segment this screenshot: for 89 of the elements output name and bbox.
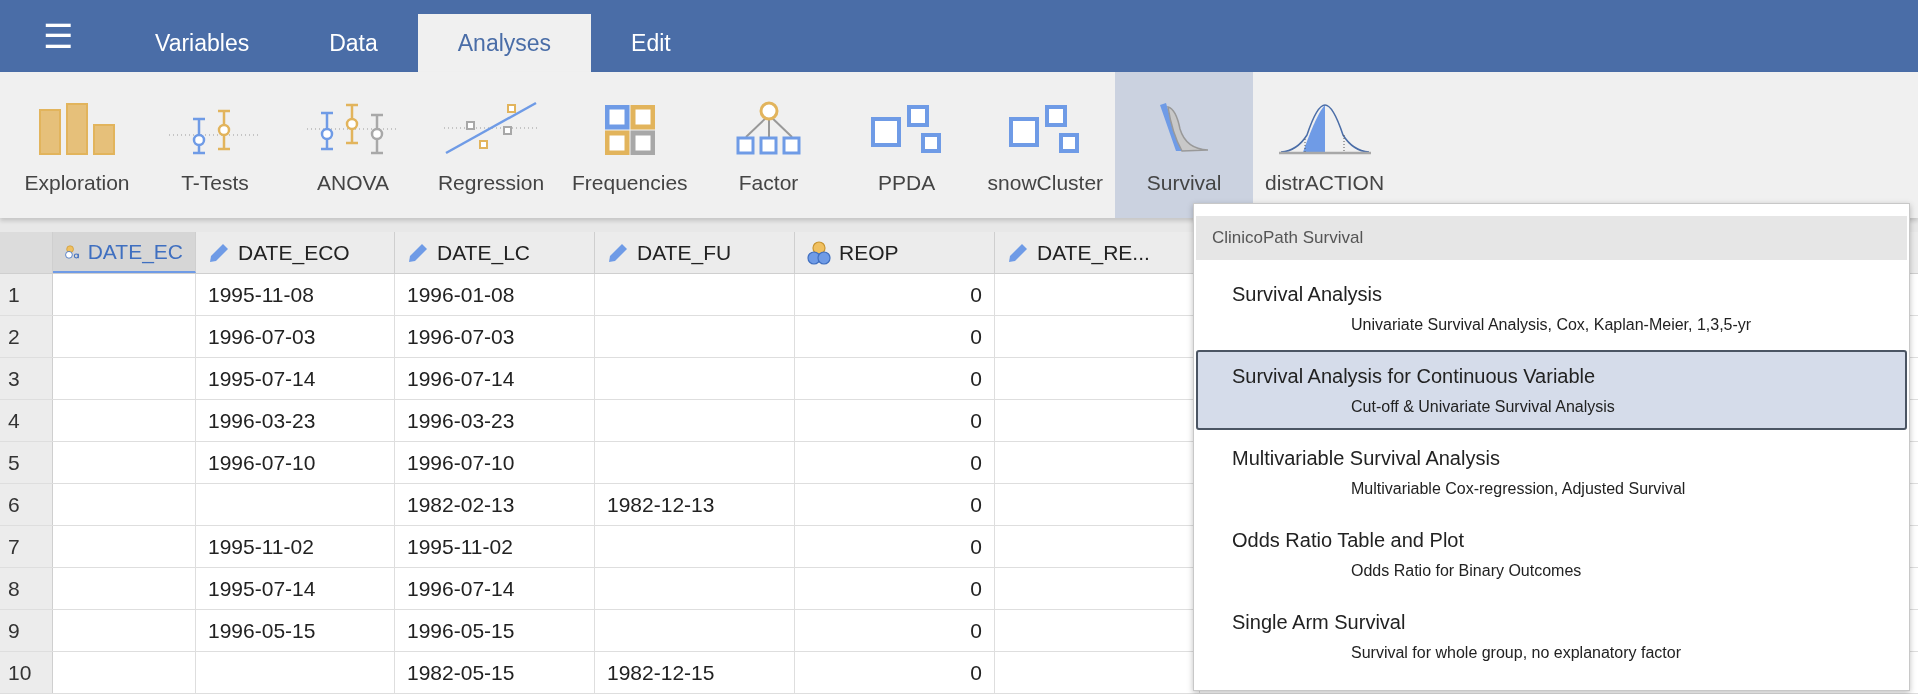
- menu-item-title: Survival Analysis: [1232, 282, 1384, 307]
- table-cell-text: 1995-11-02: [208, 533, 314, 560]
- bar-chart-icon: [39, 102, 115, 155]
- toolbar-button[interactable]: ANOVA: [284, 72, 422, 218]
- table-cell-text: 1996-07-10: [407, 449, 515, 476]
- squares-icon: [870, 104, 943, 155]
- table-cell-text: 1995-11-08: [208, 281, 314, 308]
- menu-item-description: Survival for whole group, no explanatory factor: [1350, 643, 1682, 663]
- menu-item[interactable]: Odds Ratio Table and Plot Odds Ratio for Binary Outcomes: [1196, 514, 1907, 594]
- row-number: 1: [0, 274, 53, 315]
- scatter-trend-icon: [444, 100, 538, 155]
- pencil-icon: [407, 241, 429, 264]
- menu-item[interactable]: Multivariable Survival Analysis Multivariable Cox-regression, Adjusted Survival: [1196, 432, 1907, 512]
- menu-button[interactable]: ☰: [0, 0, 115, 72]
- table-cell-text: 1996-03-23: [407, 407, 515, 434]
- table-cell-text: 1996-05-15: [407, 617, 515, 644]
- row-number: 7: [0, 526, 53, 567]
- toolbar-button[interactable]: T-Tests: [146, 72, 284, 218]
- toolbar-button[interactable]: distrACTION: [1253, 72, 1397, 218]
- error-bars-icon: [169, 108, 261, 155]
- column-header[interactable]: DATE_FU: [595, 232, 795, 273]
- toolbar-button[interactable]: Factor: [699, 72, 838, 218]
- table-cell-text: 1982-05-15: [407, 659, 515, 686]
- toolbar-button[interactable]: Regression: [422, 72, 560, 218]
- row-number: 3: [0, 358, 53, 399]
- table-cell-text: 1995-11-02: [407, 533, 513, 560]
- table-cell-text: 1995-07-14: [208, 575, 316, 602]
- menu-item-description: Odds Ratio for Binary Outcomes: [1350, 561, 1583, 581]
- error-bars-icon: [307, 102, 399, 155]
- row-number: 9: [0, 610, 53, 651]
- table-cell-text: 0: [970, 575, 982, 602]
- hierarchy-icon: [735, 100, 802, 155]
- toolbar-button[interactable]: PPDA: [837, 72, 976, 218]
- menu-item-title: Multivariable Survival Analysis: [1232, 446, 1501, 471]
- menu-heading: ClinicoPath Survival: [1196, 216, 1907, 260]
- row-number: 10: [0, 652, 53, 693]
- tab[interactable]: Data: [289, 14, 418, 72]
- table-cell-text: 1996-07-14: [407, 575, 515, 602]
- table-cell-text: 1982-02-13: [407, 491, 515, 518]
- toolbar-button[interactable]: Frequencies: [560, 72, 700, 218]
- row-number: 2: [0, 316, 53, 357]
- tab[interactable]: Variables: [115, 14, 290, 72]
- table-cell-text: 1996-03-23: [208, 407, 316, 434]
- column-header[interactable]: DATE_LC: [395, 232, 595, 273]
- column-header[interactable]: REOP: [795, 232, 995, 273]
- table-cell-text: 1982-12-15: [607, 659, 715, 686]
- grid-squares-icon: [604, 104, 655, 155]
- menu-item[interactable]: Survival Analysis for Continuous Variable Cut-off & Univariate Survival Analysis: [1196, 350, 1907, 430]
- table-cell-text: 1996-07-03: [208, 323, 316, 350]
- menu-item-title: Single Arm Survival: [1232, 610, 1407, 635]
- squares-icon: [1009, 104, 1082, 155]
- table-cell-text: 0: [970, 491, 982, 518]
- pencil-icon: [208, 241, 230, 264]
- table-cell-text: 0: [970, 449, 982, 476]
- tab[interactable]: Edit: [591, 14, 711, 72]
- table-cell-text: 1982-12-13: [607, 491, 715, 518]
- circles-icon: [807, 240, 831, 265]
- tab[interactable]: Analyses: [417, 14, 592, 72]
- table-cell-text: 1996-01-08: [407, 281, 515, 308]
- menu-item-description: Univariate Survival Analysis, Cox, Kaplan-Meier, 1,3,5-yr: [1350, 315, 1753, 335]
- toolbar-button[interactable]: Exploration: [8, 72, 146, 218]
- table-cell-text: 1996-07-10: [208, 449, 316, 476]
- survival-curve-icon: [1158, 102, 1211, 155]
- menu-item-description: Multivariable Cox-regression, Adjusted Survival: [1350, 479, 1687, 499]
- table-cell-text: 0: [970, 407, 982, 434]
- table-cell-text: 1996-07-03: [407, 323, 515, 350]
- table-cell-text: 0: [970, 281, 982, 308]
- menu-item-title: Survival Analysis for Continuous Variable: [1232, 364, 1597, 389]
- row-number: 4: [0, 400, 53, 441]
- table-cell-text: 0: [970, 533, 982, 560]
- row-number: 8: [0, 568, 53, 609]
- menu-item-description: Cut-off & Univariate Survival Analysis: [1350, 397, 1616, 417]
- menu-item[interactable]: Single Arm Survival Survival for whole group, no explanatory factor: [1196, 596, 1907, 676]
- row-number: 5: [0, 442, 53, 483]
- toolbar-button[interactable]: snowCluster: [975, 72, 1116, 218]
- table-cell-text: 0: [970, 617, 982, 644]
- pencil-icon: [1007, 241, 1029, 264]
- bell-curve-icon: [1276, 102, 1373, 155]
- column-header[interactable]: DATE_ECO: [196, 232, 395, 273]
- table-cell-text: 1996-05-15: [208, 617, 316, 644]
- table-cell-text: 1995-07-14: [208, 365, 316, 392]
- menu-item-title: Odds Ratio Table and Plot: [1232, 528, 1465, 553]
- table-cell-text: 0: [970, 323, 982, 350]
- table-cell-text: 1996-07-14: [407, 365, 515, 392]
- table-cell-text: 0: [970, 659, 982, 686]
- toolbar-button[interactable]: Survival: [1115, 72, 1254, 218]
- table-cell-text: 0: [970, 365, 982, 392]
- pencil-icon: [607, 241, 629, 264]
- row-number: 6: [0, 484, 53, 525]
